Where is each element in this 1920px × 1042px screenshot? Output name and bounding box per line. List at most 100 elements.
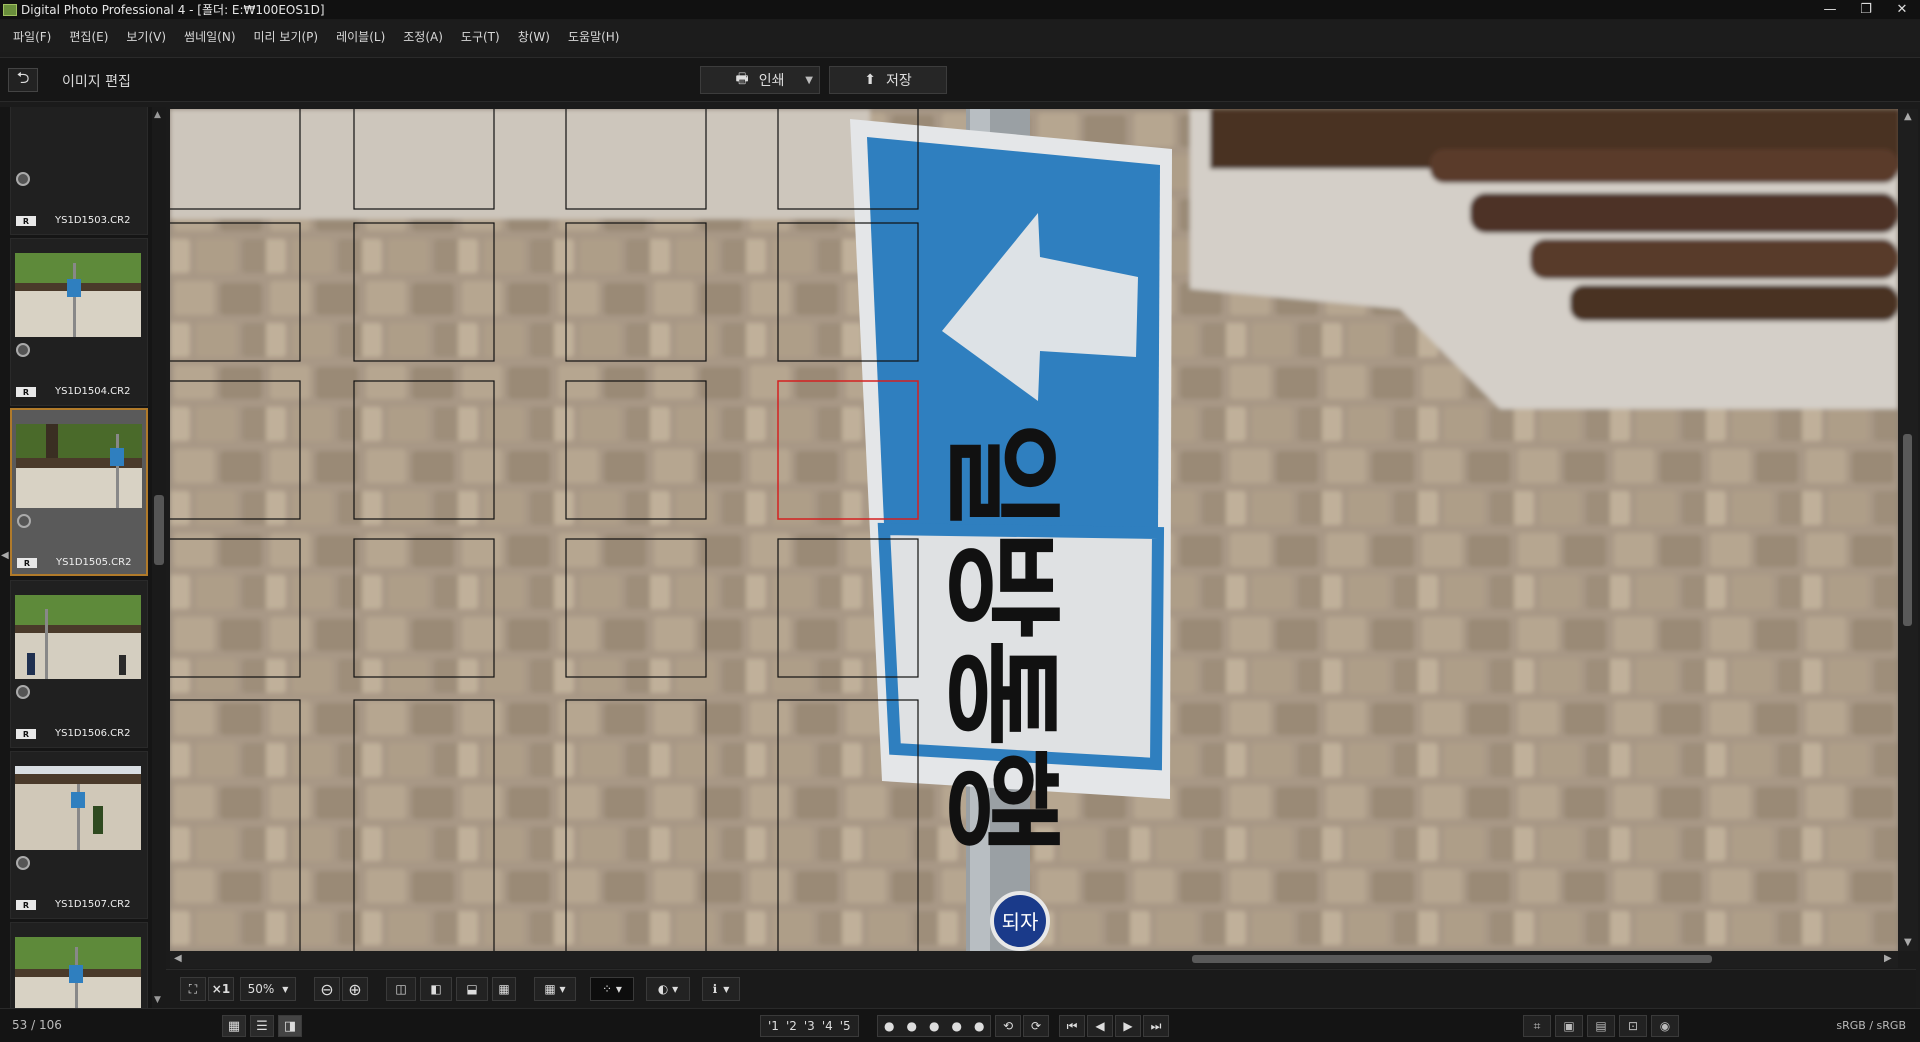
check-mark-icon[interactable] — [16, 343, 30, 357]
thumbnail-image — [15, 937, 141, 1008]
menu-window[interactable]: 창(W) — [509, 28, 559, 45]
menu-thumbnail[interactable]: 썸네일(N) — [175, 28, 244, 45]
photo-canvas: 되자 일방통행 — [170, 109, 1898, 951]
thumbnail-image — [16, 424, 142, 508]
camera-icon[interactable]: ◉ — [1651, 1015, 1679, 1037]
scroll-up-icon[interactable]: ▲ — [1904, 111, 1912, 122]
actual-size-button[interactable]: ×1 — [208, 977, 234, 1001]
compare-horizontal-button[interactable]: ⬓ — [456, 977, 488, 1001]
tool-palette-icon[interactable]: ▣ — [1555, 1015, 1583, 1037]
check-mark-icon[interactable] — [17, 514, 31, 528]
histogram-icon[interactable]: ▤ — [1587, 1015, 1615, 1037]
menu-file[interactable]: 파일(F) — [4, 28, 60, 45]
rating-5-button[interactable]: '5 — [837, 1019, 854, 1033]
star-rating: ● ● ● ● ● — [877, 1015, 992, 1037]
menu-edit[interactable]: 편집(E) — [60, 28, 117, 45]
rating-1-button[interactable]: '1 — [765, 1019, 782, 1033]
maximize-button[interactable]: ❐ — [1848, 0, 1884, 19]
thumbnail-item[interactable] — [10, 922, 148, 1008]
check-mark-icon[interactable] — [16, 172, 30, 186]
horizontal-scroll-thumb[interactable] — [1192, 955, 1712, 963]
navigator-icon[interactable]: ⊡ — [1619, 1015, 1647, 1037]
zoom-select[interactable]: 50% ▼ — [240, 977, 296, 1001]
rating-2-button[interactable]: '2 — [783, 1019, 800, 1033]
back-button[interactable]: ⮌ — [8, 68, 38, 92]
filmstrip-scrollbar[interactable]: ▲ ▼ — [152, 107, 166, 1008]
viewer-horizontal-scrollbar[interactable]: ◀ ▶ — [170, 951, 1898, 968]
zoom-in-button[interactable]: ⊕ — [342, 977, 368, 1001]
rating-4-button[interactable]: '4 — [819, 1019, 836, 1033]
save-button[interactable]: ⬆ 저장 — [829, 66, 947, 94]
menu-view[interactable]: 보기(V) — [117, 28, 175, 45]
print-dropdown-icon[interactable]: ▼ — [805, 75, 813, 86]
single-view-button[interactable]: ◫ — [386, 977, 416, 1001]
thumbnail-item-selected[interactable]: R YS1D1505.CR2 — [10, 408, 148, 576]
thumbnail-image — [15, 766, 141, 850]
thumbnail-item[interactable]: R YS1D1507.CR2 — [10, 751, 148, 919]
print-label: 인쇄 — [758, 73, 785, 89]
info-button[interactable]: ℹ ▼ — [702, 977, 740, 1001]
check-mark-icon[interactable] — [16, 685, 30, 699]
thumbnail-item[interactable]: R YS1D1506.CR2 — [10, 580, 148, 748]
save-label: 저장 — [885, 73, 912, 89]
check-mark-icon[interactable] — [16, 856, 30, 870]
filmstrip-scroll-thumb[interactable] — [154, 495, 164, 565]
tool-palette-buttons: ⌗ ▣ ▤ ⊡ ◉ — [1523, 1015, 1679, 1037]
af-point-button[interactable]: ⁘ ▾ — [590, 977, 634, 1001]
zoom-out-button[interactable]: ⊖ — [314, 977, 340, 1001]
scroll-down-icon[interactable]: ▼ — [154, 995, 161, 1005]
menu-help[interactable]: 도움말(H) — [559, 28, 629, 45]
close-button[interactable]: ✕ — [1884, 0, 1920, 19]
star-2[interactable]: ● — [906, 1019, 916, 1033]
title-bar: Digital Photo Professional 4 - [폴더: E:₩1… — [0, 0, 1920, 19]
app-window: Digital Photo Professional 4 - [폴더: E:₩1… — [0, 0, 1920, 1042]
next-image-icon[interactable]: ▶ — [1115, 1015, 1141, 1037]
highlight-warning-button[interactable]: ◐ ▾ — [646, 977, 690, 1001]
edit-view-icon[interactable]: ◨ — [278, 1015, 302, 1037]
minimize-button[interactable]: — — [1812, 0, 1848, 19]
menu-preview[interactable]: 미리 보기(P) — [245, 28, 328, 45]
star-5[interactable]: ● — [974, 1019, 984, 1033]
sync-view-button[interactable]: ▦ — [492, 977, 516, 1001]
printer-icon: 🖶 — [735, 71, 749, 87]
menu-tools[interactable]: 도구(T) — [452, 28, 509, 45]
star-1[interactable]: ● — [884, 1019, 894, 1033]
rating-buttons: '1 '2 '3 '4 '5 — [760, 1015, 859, 1037]
colorspace-indicator: sRGB / sRGB — [1836, 1019, 1906, 1032]
sign-text: 일방통행 — [932, 422, 1070, 856]
menu-adjust[interactable]: 조정(A) — [394, 28, 452, 45]
filmstrip: R YS1D1503.CR2 R YS1D1504.CR2 R YS1D1505… — [0, 107, 152, 1008]
status-bar: 53 / 106 ▦ ☰ ◨ '1 '2 '3 '4 '5 ● ● ● ● ● … — [0, 1008, 1920, 1042]
first-image-icon[interactable]: ⏮ — [1059, 1015, 1085, 1037]
previous-image-icon[interactable]: ◀ — [1087, 1015, 1113, 1037]
thumbnail-item[interactable]: R YS1D1503.CR2 — [10, 107, 148, 235]
rating-3-button[interactable]: '3 — [801, 1019, 818, 1033]
fit-to-window-button[interactable]: ⛶ — [180, 977, 206, 1001]
viewer-vertical-scrollbar[interactable]: ▲ ▼ — [1898, 109, 1918, 951]
main-toolbar: ⮌ 이미지 편집 🖶 인쇄 ▼ ⬆ 저장 — [0, 57, 1920, 102]
image-viewer[interactable]: 되자 일방통행 — [170, 109, 1898, 951]
image-counter: 53 / 106 — [12, 1018, 62, 1032]
collapse-left-icon[interactable]: ◀ — [1, 550, 9, 561]
menu-label[interactable]: 레이블(L) — [327, 28, 394, 45]
scroll-up-icon[interactable]: ▲ — [154, 110, 161, 120]
rotate-left-icon[interactable]: ⟲ — [995, 1015, 1021, 1037]
thumbnail-item[interactable]: R YS1D1504.CR2 — [10, 238, 148, 406]
thumbnail-filename: YS1D1503.CR2 — [55, 215, 131, 226]
rotate-right-icon[interactable]: ⟳ — [1023, 1015, 1049, 1037]
vertical-scroll-thumb[interactable] — [1903, 434, 1912, 626]
thumbnail-filename: YS1D1504.CR2 — [55, 386, 131, 397]
scroll-left-icon[interactable]: ◀ — [174, 953, 182, 964]
star-3[interactable]: ● — [929, 1019, 939, 1033]
trim-tool-icon[interactable]: ⌗ — [1523, 1015, 1551, 1037]
thumbnail-grid-view-icon[interactable]: ▦ — [222, 1015, 246, 1037]
scroll-right-icon[interactable]: ▶ — [1884, 953, 1892, 964]
scroll-down-icon[interactable]: ▼ — [1904, 937, 1912, 948]
print-button[interactable]: 🖶 인쇄 ▼ — [700, 66, 820, 94]
compare-vertical-button[interactable]: ◧ — [420, 977, 452, 1001]
last-image-icon[interactable]: ⏭ — [1143, 1015, 1169, 1037]
star-4[interactable]: ● — [951, 1019, 961, 1033]
list-view-icon[interactable]: ☰ — [250, 1015, 274, 1037]
grid-overlay-button[interactable]: ▦ ▾ — [534, 977, 576, 1001]
raw-badge: R — [16, 216, 36, 226]
